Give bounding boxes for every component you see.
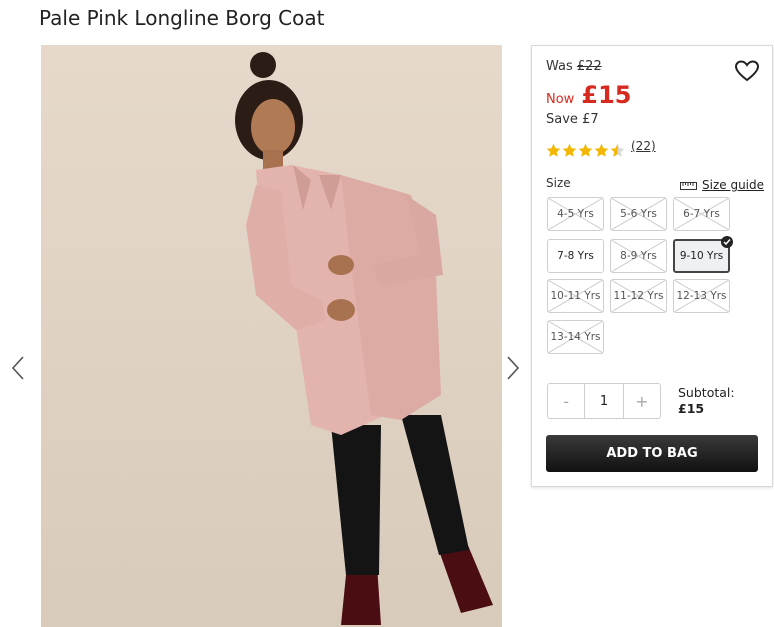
size-option[interactable]: 8-9 Yrs (610, 239, 667, 273)
chevron-left-icon (11, 356, 24, 380)
star-icon (578, 143, 593, 157)
increase-quantity-button[interactable]: + (624, 384, 660, 418)
size-option-label: 13-14 Yrs (550, 331, 601, 343)
save-amount: Save £7 (546, 112, 599, 127)
size-option[interactable]: 13-14 Yrs (547, 320, 604, 354)
star-icon (594, 143, 609, 157)
quantity-value[interactable]: 1 (584, 384, 624, 418)
size-option-label: 12-13 Yrs (676, 290, 727, 302)
size-option-label: 10-11 Yrs (550, 290, 601, 302)
now-label: Now (546, 92, 575, 107)
subtotal: Subtotal: £15 (678, 385, 735, 417)
size-option-label: 5-6 Yrs (620, 208, 657, 220)
product-image[interactable] (41, 45, 502, 627)
size-guide-link[interactable]: Size guide (680, 178, 764, 192)
check-icon (721, 236, 733, 248)
subtotal-label: Subtotal: (678, 385, 735, 400)
now-amount: £15 (581, 81, 632, 109)
wishlist-button[interactable] (734, 60, 760, 82)
star-icons (546, 143, 625, 157)
next-image-button[interactable] (505, 355, 521, 381)
size-option[interactable]: 7-8 Yrs (547, 239, 604, 273)
was-price: Was £22 (546, 59, 602, 74)
chevron-right-icon (507, 356, 520, 380)
size-option-label: 4-5 Yrs (557, 208, 594, 220)
size-option[interactable]: 6-7 Yrs (673, 197, 730, 231)
review-count-link[interactable]: (22) (631, 139, 656, 153)
heart-icon (734, 60, 760, 82)
prev-image-button[interactable] (10, 355, 26, 381)
size-option[interactable]: 11-12 Yrs (610, 279, 667, 313)
subtotal-amount: £15 (678, 401, 705, 416)
size-option[interactable]: 10-11 Yrs (547, 279, 604, 313)
size-option[interactable]: 9-10 Yrs (673, 236, 733, 273)
size-option-label: 9-10 Yrs (679, 250, 724, 262)
size-option[interactable]: 4-5 Yrs (547, 197, 604, 231)
size-option-label: 11-12 Yrs (613, 290, 664, 302)
star-icon (562, 143, 577, 157)
now-price: Now £15 (546, 81, 632, 109)
ruler-icon (680, 181, 697, 190)
was-label: Was (546, 59, 573, 74)
size-option[interactable]: 5-6 Yrs (610, 197, 667, 231)
page-title: Pale Pink Longline Borg Coat (39, 6, 325, 30)
purchase-panel: Was £22 Now £15 Save £7 (22) Size Size g… (531, 45, 773, 487)
decrease-quantity-button[interactable]: - (548, 384, 584, 418)
product-photo (41, 45, 502, 627)
size-option-label: 7-8 Yrs (557, 250, 594, 262)
save-label: Save (546, 112, 578, 127)
quantity-stepper: - 1 + (547, 383, 661, 419)
was-amount: £22 (576, 59, 602, 74)
size-option-label: 6-7 Yrs (683, 208, 720, 220)
size-guide-label: Size guide (702, 178, 765, 192)
star-icon (546, 143, 561, 157)
size-option[interactable]: 12-13 Yrs (673, 279, 730, 313)
star-rating (546, 139, 626, 157)
save-value: £7 (582, 112, 599, 127)
add-to-bag-button[interactable]: ADD TO BAG (546, 435, 758, 472)
half-star-icon (610, 143, 625, 157)
size-label: Size (546, 176, 571, 190)
size-option-label: 8-9 Yrs (620, 250, 657, 262)
